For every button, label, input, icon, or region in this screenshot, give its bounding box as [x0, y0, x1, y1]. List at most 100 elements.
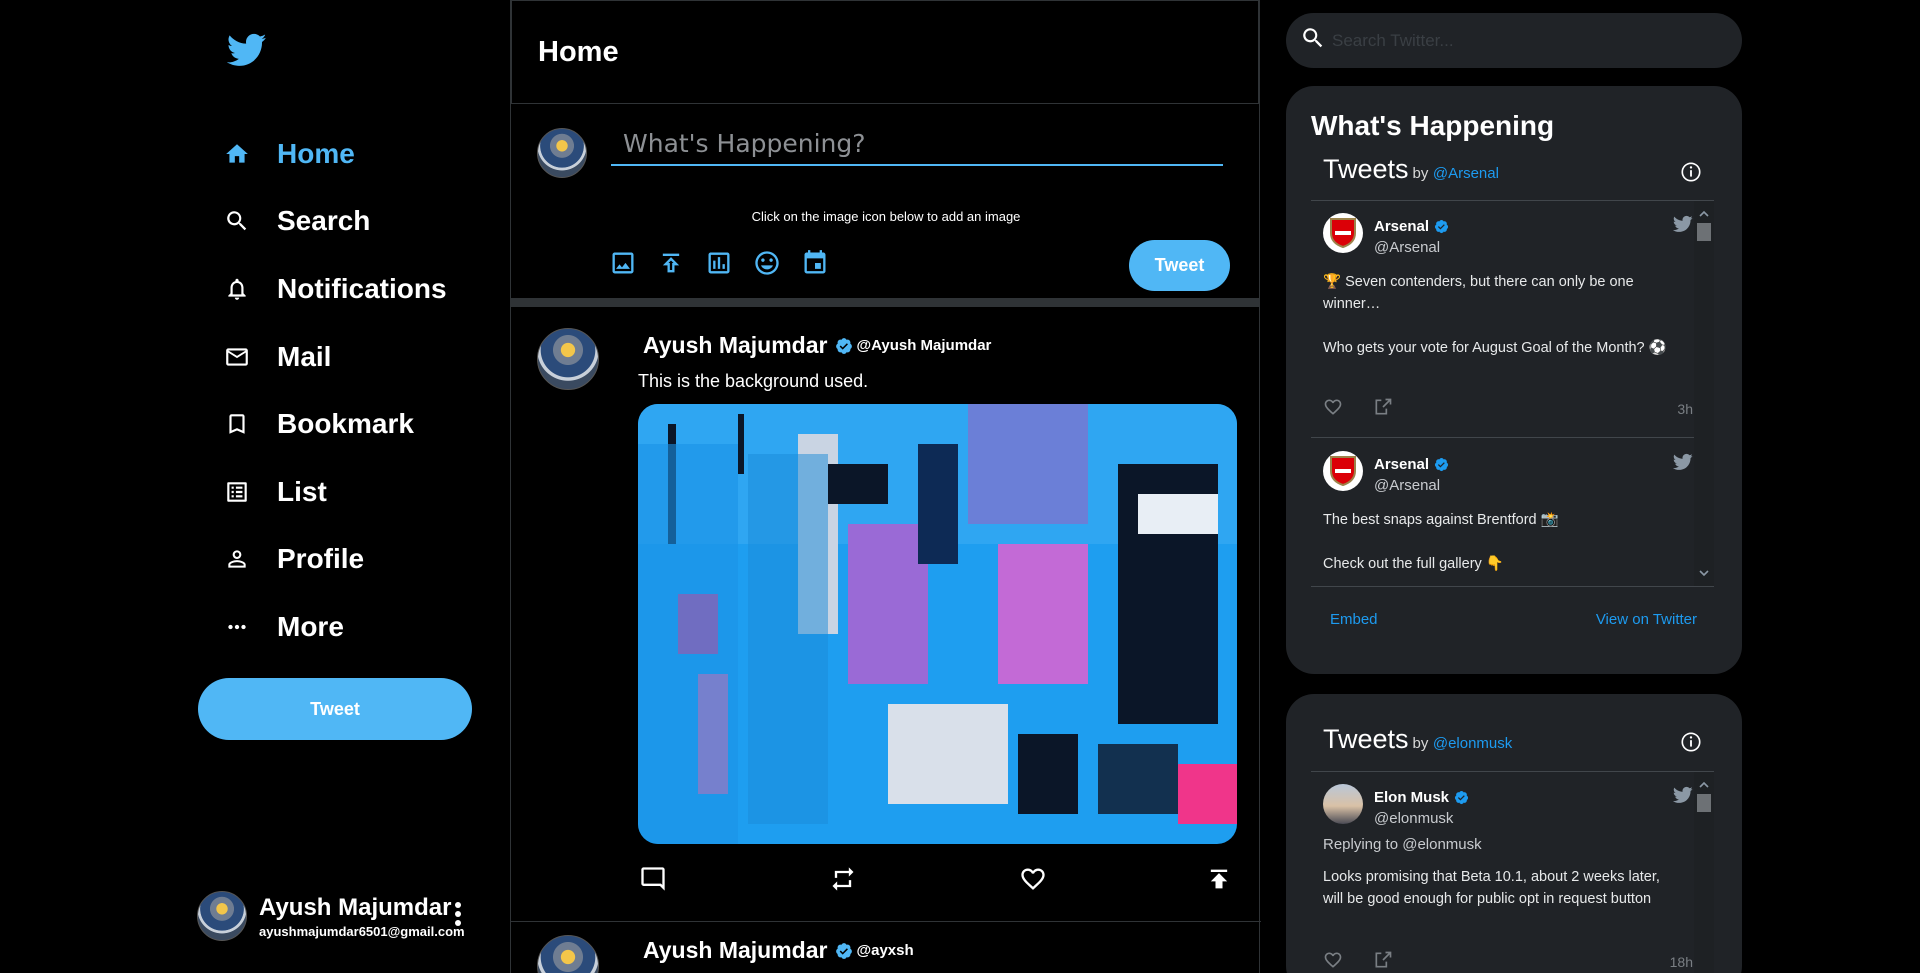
embedded-tweet-actions: 3h [1323, 397, 1693, 421]
verified-badge-icon [835, 337, 853, 355]
schedule-icon[interactable] [800, 248, 830, 278]
search-bar[interactable] [1286, 13, 1742, 68]
like-icon[interactable] [1018, 864, 1048, 894]
search-input[interactable] [1332, 30, 1712, 51]
nav-item-mail[interactable]: Mail [222, 323, 447, 391]
verified-badge-icon [1434, 457, 1449, 472]
mail-icon [222, 342, 252, 372]
tweet-image[interactable] [638, 404, 1237, 844]
timeline-scroll-area[interactable]: Arsenal @Arsenal 🏆 Seven contenders, but… [1311, 200, 1714, 587]
chevron-up-icon[interactable] [1699, 776, 1709, 794]
chevron-down-icon[interactable] [1699, 564, 1709, 582]
timeline-title: Tweets [1323, 724, 1409, 754]
bookmark-icon [222, 409, 252, 439]
twitter-bird-icon[interactable] [1672, 785, 1694, 810]
avatar [1323, 784, 1363, 824]
scrollbar-thumb[interactable] [1697, 794, 1711, 812]
embed-link[interactable]: Embed [1330, 611, 1378, 628]
embedded-tweet-handle: @Arsenal [1374, 477, 1441, 494]
share-icon[interactable] [1204, 864, 1234, 894]
person-icon [222, 544, 252, 574]
tweet-author-name[interactable]: Ayush Majumdar [643, 937, 827, 964]
twitter-logo-icon[interactable] [225, 30, 269, 70]
arsenal-logo-icon [1323, 451, 1363, 491]
bell-icon [222, 274, 252, 304]
twitter-bird-icon[interactable] [1672, 452, 1694, 477]
tweet-card[interactable]: Ayush Majumdar @Ayush Majumdar This is t… [511, 316, 1261, 922]
account-switcher[interactable]: Ayush Majumdar ayushmajumdar6501@gmail.c… [197, 891, 465, 941]
sidebar-tweet-button[interactable]: Tweet [198, 678, 472, 740]
avatar[interactable] [537, 328, 599, 390]
share-icon[interactable] [1373, 950, 1393, 973]
compose-input[interactable] [611, 122, 1223, 166]
avatar[interactable] [537, 935, 599, 973]
tweet-card[interactable]: Ayush Majumdar @ayxsh [511, 923, 1261, 973]
right-sidebar: What's Happening Tweetsby @Arsenal Arsen… [1286, 0, 1742, 973]
verified-badge-icon [835, 942, 853, 960]
emoji-icon[interactable] [752, 248, 782, 278]
timeline-scroll-area[interactable]: Elon Musk @elonmusk Replying to @elonmus… [1311, 771, 1714, 973]
elon-timeline-widget: Tweets by @elonmusk Elon Musk @elonmusk R… [1286, 694, 1742, 973]
timeline-scrollbar[interactable] [1694, 772, 1714, 973]
tweet-author-handle[interactable]: @ayxsh [856, 942, 913, 959]
scrollbar-thumb[interactable] [1697, 223, 1711, 241]
timeline-handle-link[interactable]: @Arsenal [1433, 165, 1499, 182]
tweet-author-handle[interactable]: @Ayush Majumdar [856, 337, 991, 354]
whats-happening-widget: What's Happening Tweets by @Arsenal Arsen… [1286, 86, 1742, 674]
embedded-tweet-text: The best snaps against Brentford 📸 Check… [1323, 512, 1559, 572]
nav-label: Mail [277, 340, 332, 372]
timeline-by: by [1412, 165, 1429, 182]
nav-item-notifications[interactable]: Notifications [222, 255, 447, 323]
compose-tweet-button[interactable]: Tweet [1129, 240, 1230, 291]
timeline-handle-link[interactable]: @elonmusk [1433, 735, 1512, 752]
chevron-up-icon[interactable] [1699, 205, 1709, 223]
view-on-twitter-link[interactable]: View on Twitter [1596, 611, 1697, 628]
tweet-author-name[interactable]: Ayush Majumdar [643, 332, 827, 359]
timeline-header: Tweets by @Arsenal [1323, 154, 1714, 204]
timeline-embed: Tweets by @Arsenal Arsenal @Arsenal 🏆 Sev… [1311, 154, 1714, 654]
embedded-tweet-time[interactable]: 3h [1677, 401, 1693, 417]
page-title: Home [538, 35, 619, 68]
verified-badge-icon [1434, 219, 1449, 234]
share-icon[interactable] [1373, 397, 1393, 422]
nav-label: More [277, 610, 344, 642]
upload-icon[interactable] [656, 248, 686, 278]
twitter-bird-icon[interactable] [1672, 214, 1694, 239]
tweet-actions [638, 864, 1234, 896]
home-icon [222, 139, 252, 169]
nav-item-home[interactable]: Home [222, 120, 447, 188]
nav-label: Notifications [277, 272, 447, 304]
embedded-tweet[interactable]: Elon Musk @elonmusk Replying to @elonmus… [1311, 772, 1694, 973]
like-icon[interactable] [1323, 397, 1343, 422]
search-icon [1300, 25, 1326, 56]
nav-label: Search [277, 205, 371, 237]
embedded-tweet-time[interactable]: 18h [1670, 954, 1693, 970]
like-icon[interactable] [1323, 950, 1343, 973]
nav-item-bookmark[interactable]: Bookmark [222, 390, 447, 458]
embedded-tweet[interactable]: Arsenal @Arsenal The best snaps against … [1311, 439, 1694, 586]
info-icon[interactable] [1680, 161, 1702, 188]
retweet-icon[interactable] [828, 864, 858, 894]
nav-item-list[interactable]: List [222, 458, 447, 526]
tweet-text: This is the background used. [638, 371, 869, 391]
nav-label: List [277, 475, 327, 507]
info-icon[interactable] [1680, 731, 1702, 758]
timeline-footer: Embed View on Twitter [1311, 606, 1714, 636]
embedded-tweet-handle: @Arsenal [1374, 239, 1441, 256]
reply-icon[interactable] [638, 864, 668, 894]
embedded-tweet-handle: @elonmusk [1374, 810, 1454, 827]
more-vertical-icon[interactable] [453, 899, 463, 929]
nav-item-more[interactable]: More [222, 593, 447, 661]
timeline-scrollbar[interactable] [1694, 201, 1714, 586]
timeline-embed: Tweets by @elonmusk Elon Musk @elonmusk R… [1311, 724, 1714, 973]
embedded-tweet[interactable]: Arsenal @Arsenal 🏆 Seven contenders, but… [1311, 201, 1694, 438]
more-horizontal-icon [222, 612, 252, 642]
avatar [537, 128, 587, 178]
image-icon[interactable] [608, 248, 638, 278]
widget-title: What's Happening [1311, 110, 1555, 141]
poll-icon[interactable] [704, 248, 734, 278]
account-info: Ayush Majumdar ayushmajumdar6501@gmail.c… [259, 894, 465, 939]
compose-toolbar [608, 248, 830, 278]
nav-item-profile[interactable]: Profile [222, 526, 447, 594]
nav-item-search[interactable]: Search [222, 188, 447, 256]
